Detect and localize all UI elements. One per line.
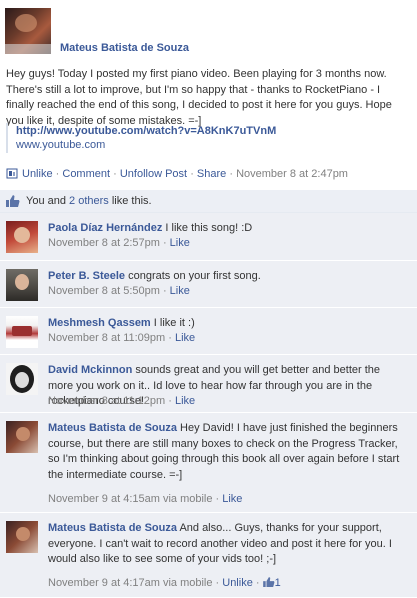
comment-body: I like it :) bbox=[153, 317, 195, 329]
comment-text: Mateus Batista de Souza Hey David! I hav… bbox=[48, 421, 408, 483]
comment-item: Mateus Batista de Souza And also... Guys… bbox=[0, 513, 417, 598]
commenter-avatar[interactable] bbox=[6, 421, 38, 453]
share-link[interactable]: Share bbox=[197, 168, 226, 180]
comment-like-link[interactable]: Like bbox=[170, 285, 190, 297]
comment-item: Meshmesh Qassem I like it :) November 8 … bbox=[0, 308, 417, 355]
commenter-name[interactable]: Peter B. Steele bbox=[48, 270, 125, 282]
comment-text: Paola Díaz Hernández I like this song! :… bbox=[48, 221, 408, 237]
thumbs-up-icon bbox=[6, 195, 20, 207]
shared-link-domain[interactable]: www.youtube.com bbox=[16, 139, 105, 151]
comment-timestamp[interactable]: November 8 at 5:50pm bbox=[48, 285, 160, 297]
comment-text: Peter B. Steele congrats on your first s… bbox=[48, 269, 408, 285]
comment-timestamp[interactable]: November 8 at 11:09pm bbox=[48, 332, 165, 344]
link-accent-bar bbox=[6, 123, 8, 153]
commenter-avatar[interactable] bbox=[6, 363, 38, 395]
unlike-link[interactable]: Unlike bbox=[22, 168, 53, 180]
unlike-icon bbox=[6, 168, 18, 179]
commenter-name[interactable]: Mateus Batista de Souza bbox=[48, 422, 177, 434]
post-action-row: Unlike · Comment · Unfollow Post · Share… bbox=[6, 167, 348, 183]
commenter-avatar[interactable] bbox=[6, 221, 38, 253]
comment-timestamp[interactable]: November 9 at 4:17am via mobile bbox=[48, 577, 212, 589]
commenter-avatar[interactable] bbox=[6, 521, 38, 553]
likes-suffix: like this. bbox=[111, 195, 152, 207]
comment-meta: November 8 at 11:09pm · Like bbox=[48, 332, 196, 344]
likes-text: You and 2 others like this. bbox=[26, 195, 152, 207]
comment-text: Mateus Batista de Souza And also... Guys… bbox=[48, 521, 408, 568]
post-body-text: Hey guys! Today I posted my first piano … bbox=[6, 68, 392, 127]
commenter-name[interactable]: David Mckinnon bbox=[48, 364, 132, 376]
comment-item: Paola Díaz Hernández I like this song! :… bbox=[0, 213, 417, 261]
comment-meta: November 8 at 11:12pm · Like bbox=[48, 395, 196, 407]
comment-meta: November 8 at 2:57pm · Like bbox=[48, 237, 190, 249]
comment-timestamp[interactable]: November 8 at 2:57pm bbox=[48, 237, 160, 249]
comment-timestamp[interactable]: November 9 at 4:15am via mobile bbox=[48, 493, 212, 505]
comment-body: I like this song! :D bbox=[165, 222, 253, 234]
comment-like-link[interactable]: Like bbox=[175, 395, 195, 407]
post-author-avatar[interactable] bbox=[5, 8, 51, 54]
separator: · bbox=[229, 168, 234, 180]
comment-item: Mateus Batista de Souza Hey David! I hav… bbox=[0, 413, 417, 513]
separator: · bbox=[113, 168, 117, 180]
comment-item: David Mckinnon sounds great and you will… bbox=[0, 355, 417, 413]
thumbs-up-icon bbox=[262, 577, 275, 587]
post-author-name[interactable]: Mateus Batista de Souza bbox=[60, 42, 189, 54]
commenter-name[interactable]: Paola Díaz Hernández bbox=[48, 222, 162, 234]
comment-unlike-link[interactable]: Unlike bbox=[222, 577, 253, 589]
comment-link[interactable]: Comment bbox=[62, 168, 110, 180]
shared-link-attachment: http://www.youtube.com/watch?v=A8KnK7uTV… bbox=[6, 123, 411, 153]
comment-like-link[interactable]: Like bbox=[222, 493, 242, 505]
post-timestamp[interactable]: November 8 at 2:47pm bbox=[236, 168, 348, 180]
commenter-avatar[interactable] bbox=[6, 316, 38, 348]
commenter-name[interactable]: Meshmesh Qassem bbox=[48, 317, 151, 329]
post-header: Mateus Batista de Souza bbox=[0, 0, 417, 62]
unfollow-post-link[interactable]: Unfollow Post bbox=[120, 168, 187, 180]
comment-item: Peter B. Steele congrats on your first s… bbox=[0, 261, 417, 308]
likes-summary: You and 2 others like this. bbox=[0, 190, 417, 213]
separator: · bbox=[190, 168, 194, 180]
comment-like-link[interactable]: Like bbox=[170, 237, 190, 249]
separator: · bbox=[55, 168, 60, 180]
shared-link-url[interactable]: http://www.youtube.com/watch?v=A8KnK7uTV… bbox=[16, 125, 276, 137]
comment-timestamp[interactable]: November 8 at 11:12pm bbox=[48, 395, 165, 407]
comment-meta: November 9 at 4:17am via mobile · Unlike… bbox=[48, 577, 281, 589]
comment-like-link[interactable]: Like bbox=[175, 332, 195, 344]
comment-like-count[interactable]: 1 bbox=[275, 577, 281, 589]
comment-meta: November 9 at 4:15am via mobile · Like bbox=[48, 493, 243, 505]
comment-text: Meshmesh Qassem I like it :) bbox=[48, 316, 408, 332]
likes-others-link[interactable]: 2 others bbox=[69, 195, 109, 207]
commenter-avatar[interactable] bbox=[6, 269, 38, 301]
commenter-name[interactable]: Mateus Batista de Souza bbox=[48, 522, 177, 534]
comment-meta: November 8 at 5:50pm · Like bbox=[48, 285, 190, 297]
comment-body: congrats on your first song. bbox=[128, 270, 261, 282]
likes-prefix: You and bbox=[26, 195, 66, 207]
